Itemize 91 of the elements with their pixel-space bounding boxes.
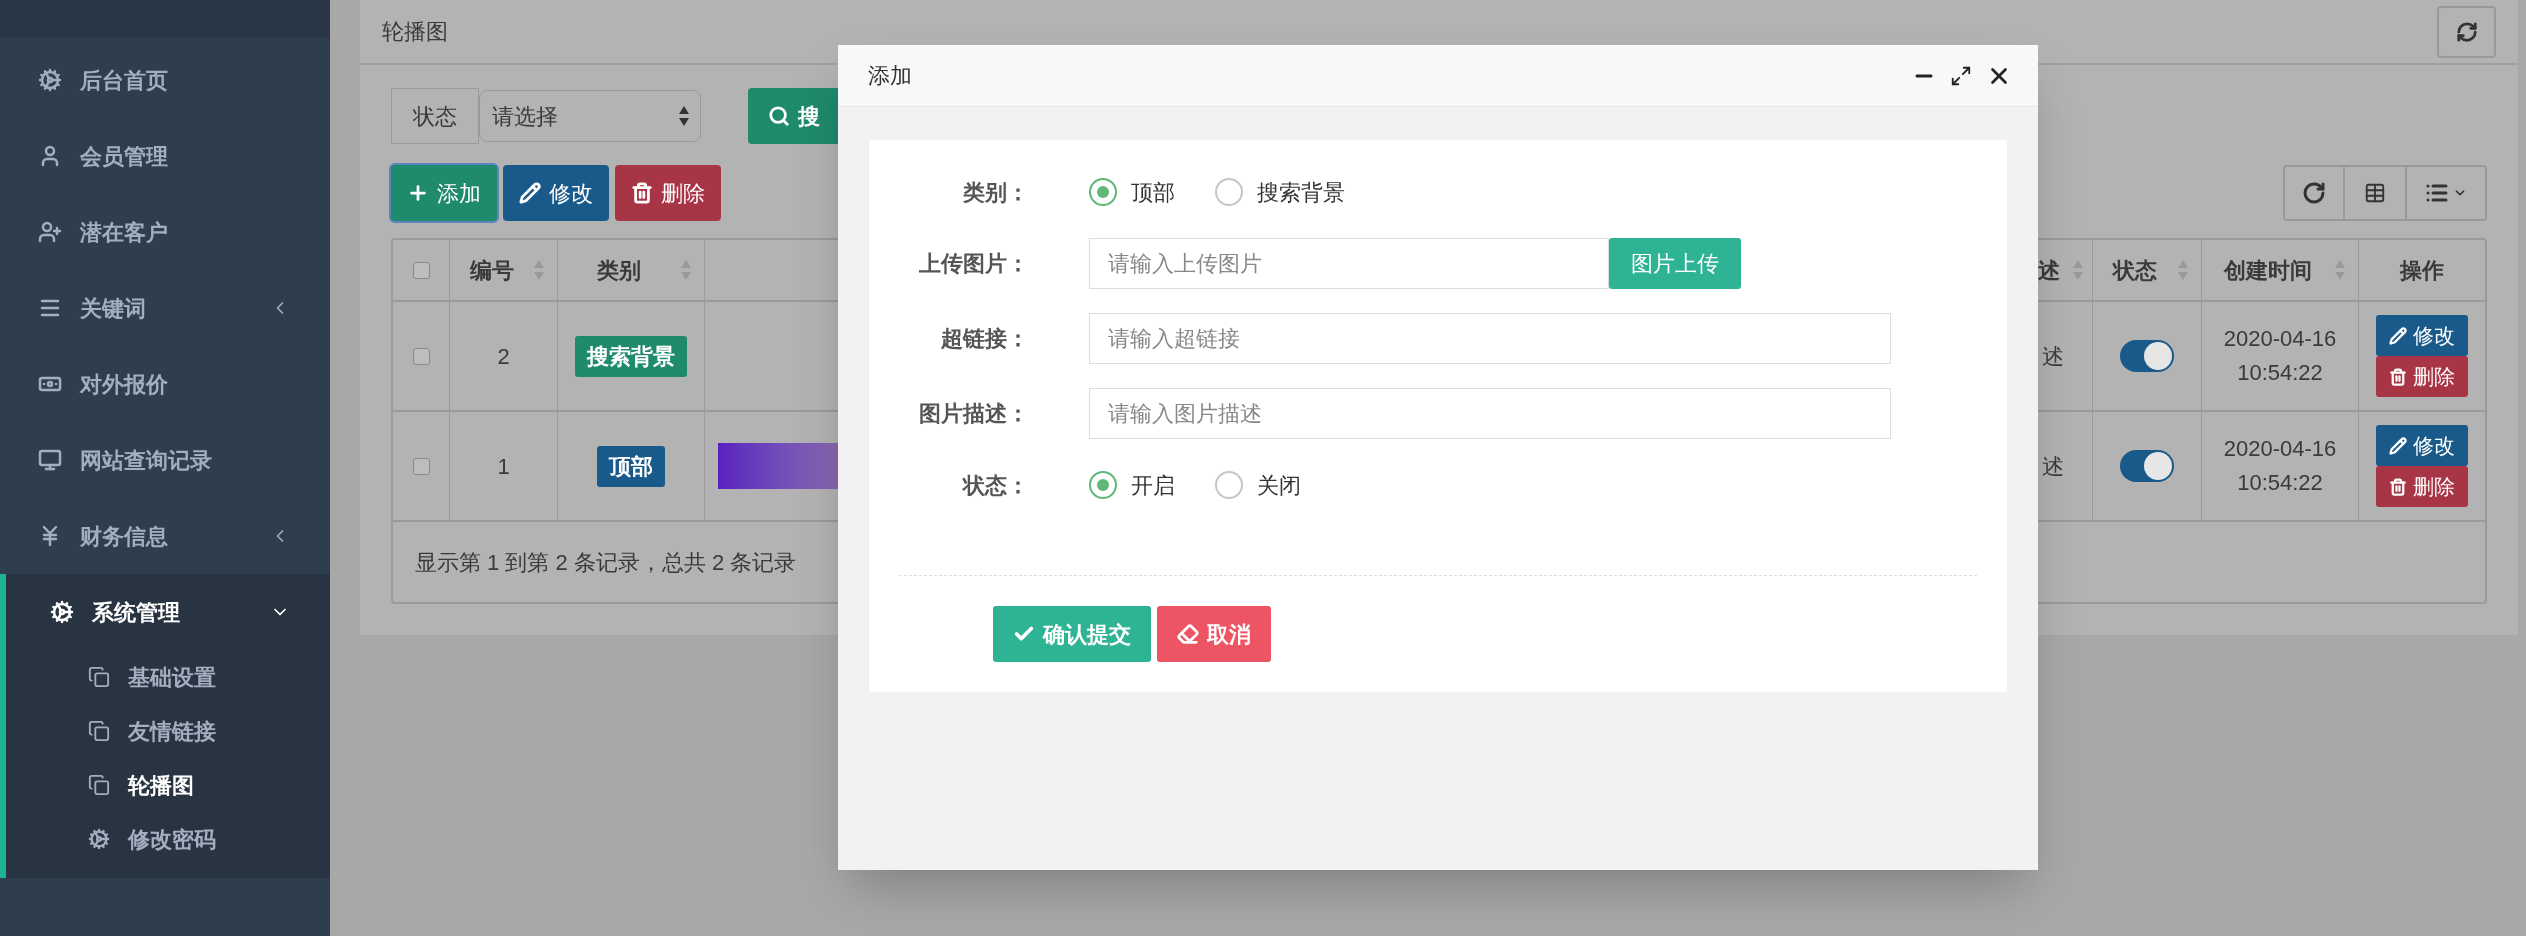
input-field[interactable]: 请输入图片描述	[1089, 388, 1891, 439]
input-field[interactable]: 请输入上传图片	[1089, 238, 1609, 289]
sidebar-subitem[interactable]: 基础设置	[6, 650, 330, 704]
category-tag: 搜索背景	[575, 335, 687, 377]
refresh-icon	[2455, 20, 2478, 43]
table-icon	[2364, 182, 2386, 204]
table-cell-text: 1	[497, 452, 510, 481]
field-label: 类别：	[962, 178, 1029, 207]
column-header: 述	[2038, 256, 2060, 285]
category-tag: 顶部	[597, 445, 665, 487]
checkbox[interactable]	[412, 347, 430, 365]
pencil-icon	[2389, 326, 2407, 345]
toggle-switch[interactable]	[2120, 340, 2174, 372]
field-label: 超链接：	[940, 325, 1029, 353]
user-plus-icon	[38, 220, 62, 244]
plus-icon	[407, 182, 429, 204]
radio-label: 搜索背景	[1257, 178, 1345, 207]
filter-label: 状态	[391, 88, 479, 144]
column-header: 创建时间	[2222, 256, 2313, 285]
sidebar-item[interactable]: 网站查询记录	[0, 422, 330, 498]
sort-icon	[2072, 259, 2084, 281]
gears-icon	[50, 600, 74, 624]
delete-button[interactable]: 删除	[615, 165, 721, 221]
radio-button[interactable]	[1215, 178, 1243, 206]
sort-icon	[533, 259, 545, 281]
column-header: 状态	[2111, 256, 2158, 285]
edit-button[interactable]: 修改	[2376, 315, 2468, 356]
field-label: 图片描述：	[918, 400, 1029, 428]
time-text: 10:54:22	[2237, 359, 2323, 387]
radio-button[interactable]	[1215, 471, 1243, 499]
column-header: 类别	[596, 256, 642, 285]
eraser-icon	[1177, 623, 1199, 645]
radio-label: 开启	[1131, 471, 1175, 500]
sidebar-item[interactable]: 会员管理	[0, 118, 330, 194]
sidebar-subitem[interactable]: 友情链接	[6, 704, 330, 758]
sidebar-item[interactable]: 系统管理	[6, 574, 330, 650]
pencil-icon	[519, 182, 541, 204]
time-text: 10:54:22	[2237, 469, 2323, 497]
trash-icon	[2389, 477, 2407, 496]
status-select[interactable]: 请选择	[479, 90, 701, 142]
radio-label: 顶部	[1131, 178, 1175, 207]
search-button[interactable]: 搜	[748, 88, 839, 144]
checkbox[interactable]	[412, 261, 430, 279]
radio-button[interactable]	[1089, 178, 1117, 206]
date-text: 2020-04-16	[2223, 325, 2337, 353]
sidebar-item[interactable]: 后台首页	[0, 42, 330, 118]
trash-icon	[631, 182, 653, 204]
checkbox[interactable]	[412, 457, 430, 475]
input-field[interactable]: 请输入超链接	[1089, 313, 1891, 364]
sidebar-item[interactable]: 对外报价	[0, 346, 330, 422]
delete-button[interactable]: 删除	[2376, 466, 2468, 507]
edit-button[interactable]: 修改	[2376, 425, 2468, 466]
pagination-info: 显示第 1 到第 2 条记录，总共 2 条记录	[415, 548, 797, 577]
cancel-button[interactable]: 取消	[1157, 606, 1271, 662]
delete-button[interactable]: 删除	[2376, 356, 2468, 397]
table-cell-text: 2	[497, 342, 510, 371]
copy-icon	[88, 774, 110, 796]
search-icon	[768, 105, 790, 127]
date-text: 2020-04-16	[2223, 435, 2337, 463]
refresh-button[interactable]	[2437, 5, 2496, 58]
radio-label: 关闭	[1257, 471, 1301, 500]
field-label: 状态：	[961, 471, 1029, 500]
sidebar-subitem[interactable]: 修改密码	[6, 812, 330, 866]
column-header: 编号	[468, 256, 515, 285]
pencil-icon	[2389, 436, 2407, 455]
sort-icon	[2334, 259, 2346, 281]
page-title: 轮播图	[382, 18, 448, 46]
table-cell-text: 述	[2042, 452, 2064, 481]
column-header: 操作	[2400, 256, 2444, 285]
trash-icon	[2389, 367, 2407, 386]
copy-icon	[88, 720, 110, 742]
sidebar-item[interactable]: 财务信息	[0, 498, 330, 574]
select-arrows-icon	[678, 105, 690, 127]
gears-icon	[88, 828, 110, 850]
table-cell-text: 述	[2042, 342, 2064, 371]
sidebar-item[interactable]: 潜在客户	[0, 194, 330, 270]
sidebar-subitem[interactable]: 轮播图	[6, 758, 330, 812]
sort-icon	[2177, 259, 2189, 281]
gears-icon	[38, 68, 62, 92]
reload-icon	[2302, 181, 2326, 205]
field-label: 上传图片：	[918, 250, 1029, 278]
dialog-title: 添加	[868, 62, 912, 90]
add-button[interactable]: 添加	[391, 165, 497, 221]
sort-icon	[680, 259, 692, 281]
edit-button[interactable]: 修改	[503, 165, 609, 221]
copy-icon	[88, 666, 110, 688]
sidebar-item[interactable]: 关键词	[0, 270, 330, 346]
radio-button[interactable]	[1089, 471, 1117, 499]
toggle-switch[interactable]	[2120, 450, 2174, 482]
maximize-icon[interactable]	[1950, 64, 1972, 87]
monitor-icon	[38, 448, 62, 472]
